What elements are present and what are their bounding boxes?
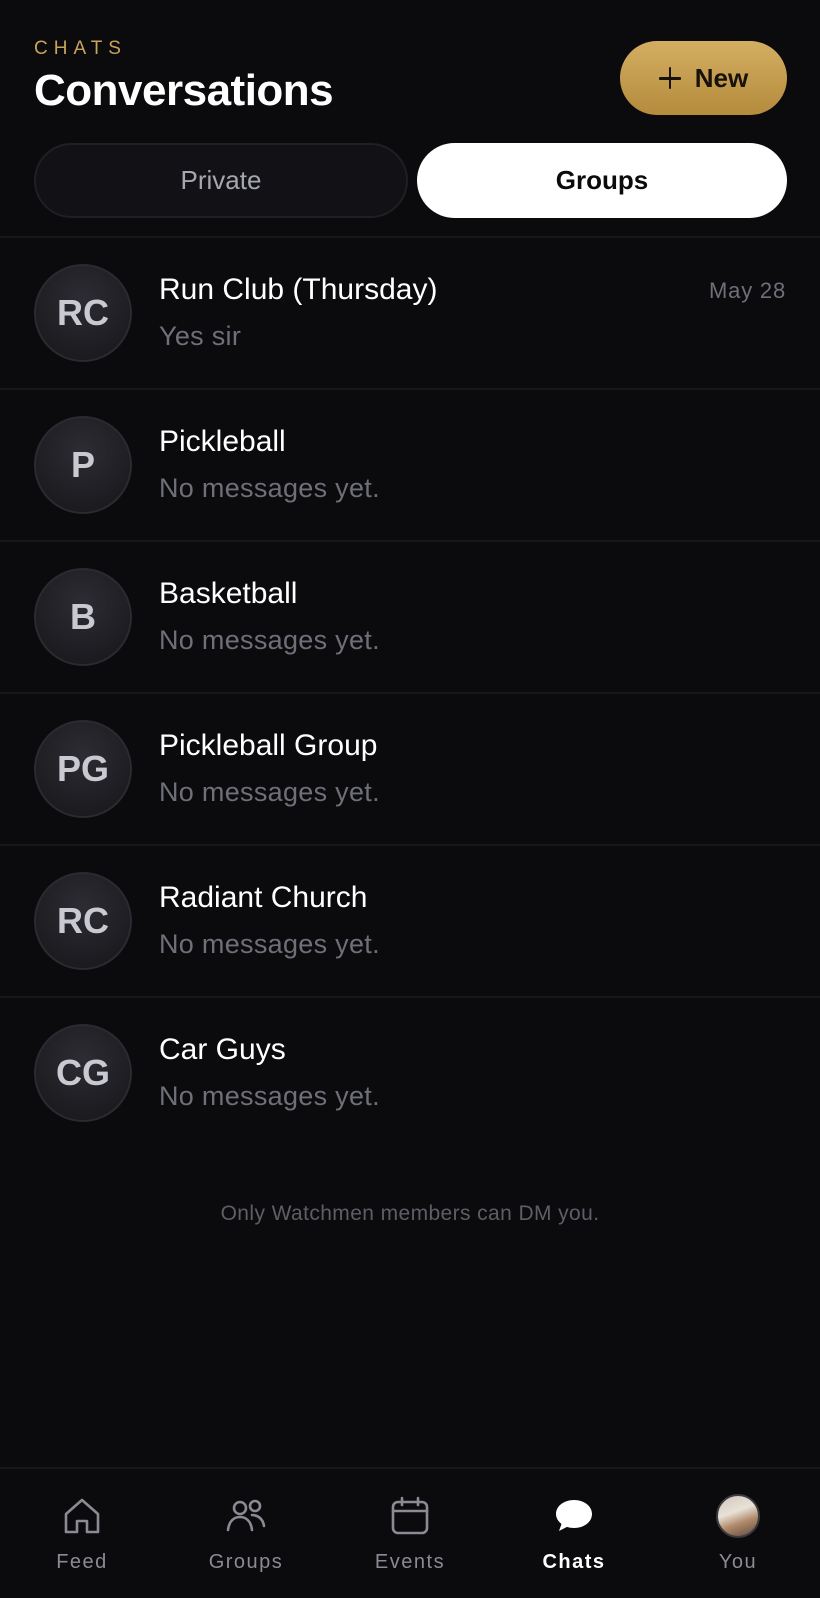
group-avatar: RC xyxy=(34,264,132,362)
tab-you[interactable]: You xyxy=(656,1469,820,1598)
conversation-name: Radiant Church xyxy=(159,881,368,914)
last-message-preview: Yes sir xyxy=(159,321,242,351)
calendar-icon xyxy=(391,1496,429,1535)
page-title: Conversations xyxy=(34,66,334,115)
conversation-row[interactable]: B Basketball No messages yet. xyxy=(0,542,820,694)
dm-policy-note: Only Watchmen members can DM you. xyxy=(220,1202,600,1225)
tab-chats[interactable]: Chats xyxy=(492,1469,656,1598)
conversation-name: Pickleball xyxy=(159,425,286,458)
new-chat-button[interactable]: New xyxy=(620,41,787,115)
tab-feed[interactable]: Feed xyxy=(0,1469,164,1598)
group-avatar: P xyxy=(34,416,132,514)
last-message-preview: No messages yet. xyxy=(159,625,380,655)
tab-label: Chats xyxy=(542,1551,606,1573)
conversation-name: Pickleball Group xyxy=(159,729,378,762)
conversation-name: Car Guys xyxy=(159,1033,286,1066)
page-header: CHATS Conversations xyxy=(34,36,334,118)
last-message-preview: No messages yet. xyxy=(159,777,380,807)
conversation-row[interactable]: CG Car Guys No messages yet. xyxy=(0,998,820,1150)
group-avatar: B xyxy=(34,568,132,666)
new-button-label: New xyxy=(694,62,749,93)
group-avatar: CG xyxy=(34,1024,132,1122)
tab-groups[interactable]: Groups xyxy=(417,143,787,218)
conversation-row[interactable]: RC Run Club (Thursday) Yes sir May 28 xyxy=(0,238,820,390)
bottom-tab-bar: Feed Groups Events Chats You xyxy=(0,1467,820,1598)
tab-label: Events xyxy=(374,1551,446,1573)
tab-groups-nav[interactable]: Groups xyxy=(164,1469,328,1598)
last-message-preview: No messages yet. xyxy=(159,473,380,503)
conversation-row[interactable]: PG Pickleball Group No messages yet. xyxy=(0,694,820,846)
conversation-name: Basketball xyxy=(159,577,298,610)
people-icon xyxy=(226,1499,266,1532)
last-message-preview: No messages yet. xyxy=(159,1081,380,1111)
tab-events[interactable]: Events xyxy=(328,1469,492,1598)
tab-label: Feed xyxy=(56,1551,108,1573)
last-message-date: May 28 xyxy=(709,278,786,303)
group-avatar: PG xyxy=(34,720,132,818)
last-message-preview: No messages yet. xyxy=(159,929,380,959)
tab-label: You xyxy=(718,1551,758,1573)
conversation-row[interactable]: RC Radiant Church No messages yet. xyxy=(0,846,820,998)
plus-icon xyxy=(658,67,681,89)
conversation-name: Run Club (Thursday) xyxy=(159,273,438,306)
home-icon xyxy=(64,1498,100,1534)
tab-label: Groups xyxy=(208,1551,284,1573)
chat-bubble-icon xyxy=(556,1500,592,1531)
chat-type-toggle: Private Groups xyxy=(34,143,787,218)
conversation-list: RC Run Club (Thursday) Yes sir May 28 P … xyxy=(0,238,820,1150)
section-eyebrow: CHATS xyxy=(34,38,127,59)
conversation-row[interactable]: P Pickleball No messages yet. xyxy=(0,390,820,542)
group-avatar: RC xyxy=(34,872,132,970)
tab-private[interactable]: Private xyxy=(34,143,408,218)
avatar xyxy=(716,1494,760,1538)
